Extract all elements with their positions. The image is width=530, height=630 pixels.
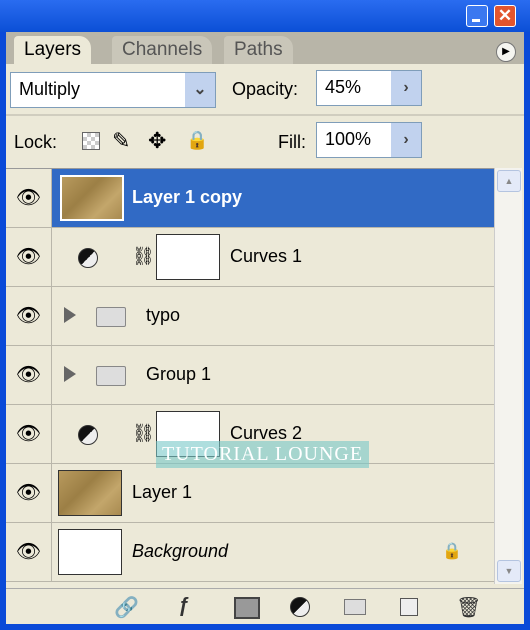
link-icon[interactable]: ⛓ [132, 246, 155, 267]
panel-menu-icon[interactable]: ▶ [496, 42, 516, 62]
expand-triangle-icon[interactable] [64, 307, 76, 323]
folder-icon [96, 307, 126, 327]
layer-thumbnail [60, 175, 124, 221]
link-layers-icon[interactable]: 🔗 [114, 595, 139, 620]
adjustment-icon [78, 425, 98, 445]
add-mask-icon[interactable] [234, 597, 260, 619]
layer-thumbnail [58, 529, 122, 575]
layer-name: typo [146, 305, 181, 325]
layer-name: Curves 1 [230, 246, 303, 266]
layer-row[interactable]: 👁 Background 🔒 [6, 523, 494, 582]
close-button[interactable]: ✕ [494, 5, 516, 27]
layer-thumbnail [58, 470, 122, 516]
layers-panel: Layers Channels Paths ▶ Multiply ⌄ Opaci… [6, 32, 524, 624]
folder-icon [96, 366, 126, 386]
new-group-icon[interactable] [344, 599, 366, 615]
minimize-button[interactable] [466, 5, 488, 27]
layer-name: Group 1 [146, 364, 212, 384]
title-bar: ✕ [0, 0, 530, 32]
lock-icon: 🔒 [442, 543, 462, 560]
lock-transparency-icon[interactable] [82, 132, 100, 150]
tab-paths[interactable]: Paths [224, 36, 293, 64]
layer-mask-thumbnail [156, 234, 220, 280]
tab-channels[interactable]: Channels [112, 36, 213, 64]
layer-row[interactable]: 👁 Group 1 [6, 346, 494, 405]
opacity-label: Opacity: [232, 79, 299, 99]
fill-slider-arrow-icon[interactable]: › [391, 123, 421, 157]
eye-icon[interactable]: 👁 [6, 523, 52, 581]
eye-icon[interactable]: 👁 [6, 287, 52, 345]
opacity-value: 45% [325, 77, 362, 97]
lock-move-icon[interactable]: ✥ [148, 128, 166, 154]
blend-mode-value: Multiply [19, 79, 81, 99]
fill-label: Fill: [278, 132, 306, 152]
lock-label: Lock: [14, 132, 58, 152]
expand-triangle-icon[interactable] [64, 366, 76, 382]
fill-value: 100% [325, 129, 372, 149]
adjustment-icon [78, 248, 98, 268]
layer-row[interactable]: 👁 Layer 1 [6, 464, 494, 523]
divider [6, 114, 524, 116]
eye-icon[interactable]: 👁 [6, 405, 52, 463]
eye-icon[interactable]: 👁 [6, 346, 52, 404]
layer-name: Layer 1 copy [132, 187, 243, 207]
tab-layers[interactable]: Layers [14, 36, 92, 64]
lock-brush-icon[interactable]: ✎ [112, 128, 130, 154]
opacity-slider-arrow-icon[interactable]: › [391, 71, 421, 105]
layer-style-icon[interactable]: ƒ [178, 595, 189, 618]
layer-row[interactable]: 👁 ⛓ Curves 1 [6, 228, 494, 287]
bottom-toolbar: 🔗 ƒ 🗑 [6, 588, 524, 624]
new-layer-icon[interactable] [400, 598, 418, 616]
eye-icon[interactable]: 👁 [6, 228, 52, 286]
new-adjustment-layer-icon[interactable] [290, 597, 310, 617]
scroll-up-button[interactable]: ▲ [497, 170, 521, 192]
link-icon[interactable]: ⛓ [132, 423, 155, 444]
chevron-down-icon[interactable]: ⌄ [185, 73, 215, 107]
fill-input[interactable]: 100% › [316, 122, 422, 158]
opacity-input[interactable]: 45% › [316, 70, 422, 106]
layer-name: Background [132, 541, 229, 561]
trash-icon[interactable]: 🗑 [456, 595, 481, 620]
blend-mode-select[interactable]: Multiply ⌄ [10, 72, 216, 108]
watermark: TUTORIAL LOUNGE [156, 441, 370, 468]
scroll-down-button[interactable]: ▼ [497, 560, 521, 582]
layers-list: 👁 Layer 1 copy 👁 ⛓ Curves 1 👁 typo 👁 Gro… [6, 168, 494, 584]
layer-name: Layer 1 [132, 482, 193, 502]
eye-icon[interactable]: 👁 [6, 464, 52, 522]
lock-all-icon[interactable]: 🔒 [186, 130, 208, 151]
scrollbar[interactable]: ▲ ▼ [494, 168, 522, 584]
panel-tabs: Layers Channels Paths ▶ [6, 32, 524, 64]
layer-row[interactable]: 👁 Layer 1 copy [6, 169, 494, 228]
eye-icon[interactable]: 👁 [6, 169, 52, 227]
layer-row[interactable]: 👁 typo [6, 287, 494, 346]
